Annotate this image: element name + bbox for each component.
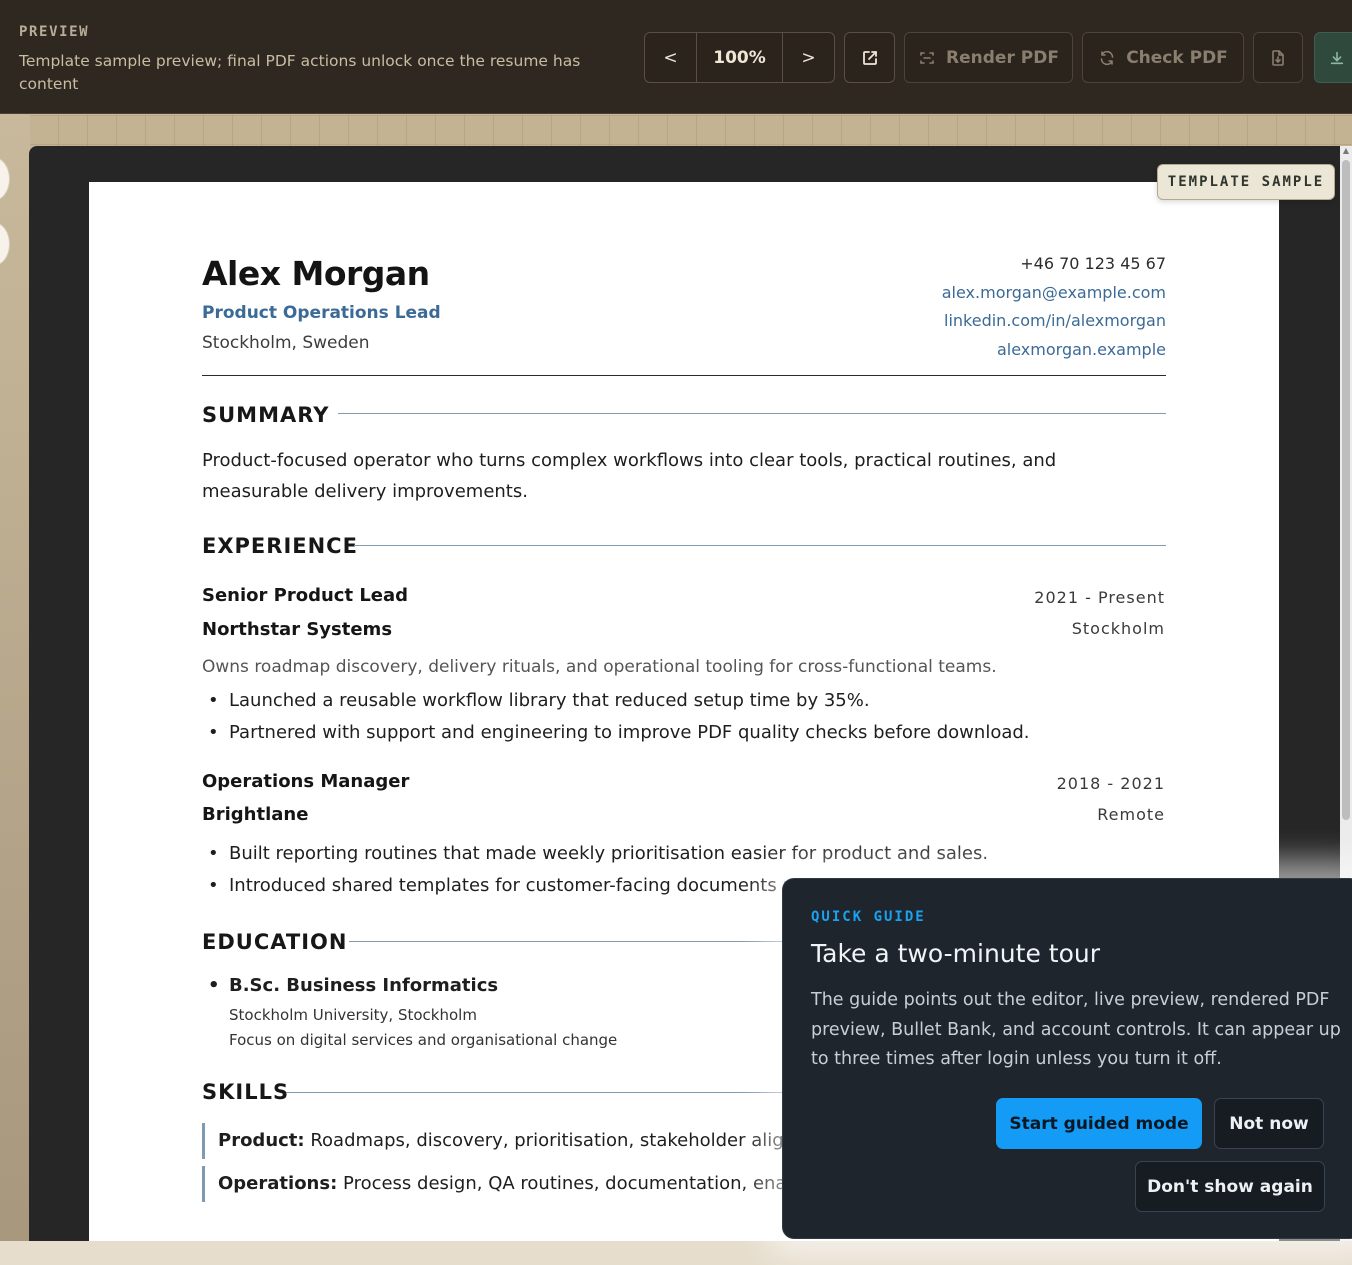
zoom-level: 100% [697,33,783,82]
guide-kicker: QUICK GUIDE [811,909,926,925]
zoom-out-button[interactable]: < [645,33,697,82]
open-preview-button[interactable] [844,32,895,83]
refresh-icon [1100,50,1114,65]
contact-phone: +46 70 123 45 67 [1020,254,1166,273]
scan-icon [920,51,934,64]
contact-email[interactable]: alex.morgan@example.com [942,283,1166,302]
external-link-icon [862,50,877,65]
status-strip [0,1241,1352,1265]
job-dates: 2018 - 2021 [1056,774,1165,793]
download-icon [1330,51,1344,64]
summary-text: Product-focused operator who turns compl… [202,450,1057,502]
skill-row: Product: Roadmaps, discovery, prioritisa… [202,1123,813,1159]
preview-toolbar: PREVIEW Template sample preview; final P… [0,0,1352,114]
dont-show-again-button[interactable]: Don't show again [1135,1161,1325,1212]
job-place: Remote [1097,805,1165,824]
scroll-up-arrow[interactable]: ▲ [1341,146,1351,156]
not-now-button[interactable]: Not now [1214,1098,1324,1149]
editor-panel-edge [0,115,30,1265]
contact-website[interactable]: alexmorgan.example [997,340,1166,359]
render-pdf-button[interactable]: Render PDF [904,32,1073,83]
header-divider [202,375,1166,376]
job-description: Owns roadmap discovery, delivery rituals… [202,657,997,677]
job-dates: 2021 - Present [1034,588,1165,607]
resume-role: Product Operations Lead [202,303,441,323]
skill-label: Product: [218,1130,305,1151]
contact-linkedin[interactable]: linkedin.com/in/alexmorgan [944,311,1166,330]
file-download-icon [1272,49,1284,66]
section-title-education: EDUCATION [202,930,348,954]
quick-guide-dialog: QUICK GUIDE Take a two-minute tour The g… [782,878,1352,1239]
section-rule [354,545,1166,546]
resume-name: Alex Morgan [202,254,430,293]
render-pdf-label: Render PDF [946,47,1059,68]
education-school: Stockholm University, Stockholm [229,1006,477,1024]
toolbar-label: PREVIEW [19,24,90,40]
section-title-skills: SKILLS [202,1080,290,1104]
job-place: Stockholm [1071,619,1165,638]
section-title-experience: EXPERIENCE [202,534,358,558]
guide-body: The guide points out the editor, live pr… [811,990,1341,1069]
resume-location: Stockholm, Sweden [202,333,370,353]
skill-row: Operations: Process design, QA routines,… [202,1166,798,1202]
zoom-in-button[interactable]: > [783,33,834,82]
check-pdf-label: Check PDF [1126,47,1228,68]
education-degree: B.Sc. Business Informatics [208,975,498,996]
education-focus: Focus on digital services and organisati… [229,1031,618,1049]
job-company: Brightlane [202,804,309,825]
skill-value: Roadmaps, discovery, prioritisation, sta… [310,1130,813,1151]
section-rule [338,413,1166,414]
section-title-summary: SUMMARY [202,403,330,427]
list-item: Launched a reusable workflow library tha… [208,690,870,711]
guide-title: Take a two-minute tour [811,939,1101,968]
toolbar-description: Template sample preview; final PDF actio… [19,52,581,93]
skill-label: Operations: [218,1173,338,1194]
job-company: Northstar Systems [202,619,393,640]
start-guided-mode-button[interactable]: Start guided mode [996,1098,1202,1149]
job-title: Operations Manager [202,771,410,792]
export-file-button[interactable] [1253,32,1303,83]
preview-scrollbar-thumb[interactable] [1342,160,1350,820]
download-pdf-button[interactable] [1314,32,1352,83]
check-pdf-button[interactable]: Check PDF [1082,32,1244,83]
skill-value: Process design, QA routines, documentati… [343,1173,798,1194]
list-item: Built reporting routines that made weekl… [208,843,988,864]
job-title: Senior Product Lead [202,585,409,606]
zoom-control: < 100% > [644,32,835,83]
list-item: Introduced shared templates for customer… [208,875,793,896]
list-item: Partnered with support and engineering t… [208,722,1030,743]
template-sample-badge: TEMPLATE SAMPLE [1157,164,1335,200]
